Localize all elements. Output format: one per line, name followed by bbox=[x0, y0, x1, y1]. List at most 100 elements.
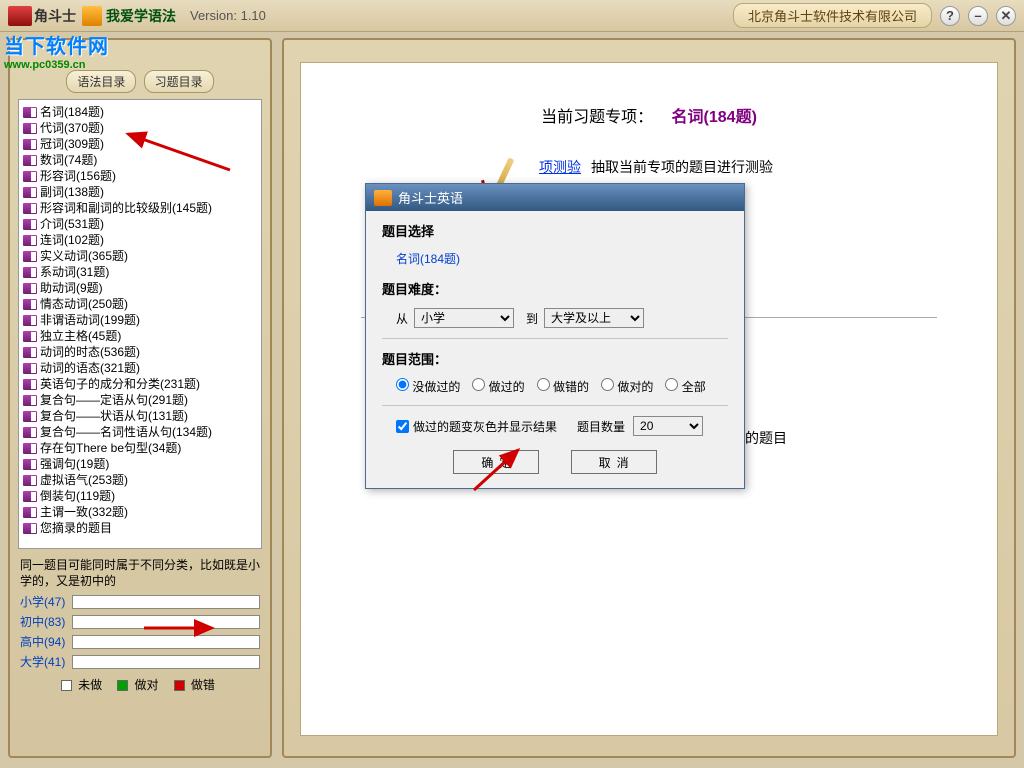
legend: 未做 做对 做错 bbox=[10, 676, 270, 693]
level-name: 初中(83) bbox=[20, 613, 72, 630]
tree-item-label: 复合句——名词性语从句(134题) bbox=[40, 424, 212, 440]
tree-item[interactable]: 代词(370题) bbox=[21, 120, 259, 136]
tree-item[interactable]: 独立主格(45题) bbox=[21, 328, 259, 344]
select-diff-from[interactable]: 小学 bbox=[414, 308, 514, 328]
book-icon bbox=[23, 491, 37, 502]
tree-item[interactable]: 形容词(156题) bbox=[21, 168, 259, 184]
checkbox-grayout[interactable] bbox=[396, 420, 409, 433]
company-badge: 北京角斗士软件技术有限公司 bbox=[733, 3, 932, 28]
book-icon bbox=[23, 395, 37, 406]
current-topic: 名词(184题) bbox=[672, 109, 757, 126]
tree-item[interactable]: 介词(531题) bbox=[21, 216, 259, 232]
tree-item[interactable]: 复合句——状语从句(131题) bbox=[21, 408, 259, 424]
book-icon bbox=[23, 107, 37, 118]
tree-item-label: 动词的时态(536题) bbox=[40, 344, 140, 360]
tree-item[interactable]: 倒装句(119题) bbox=[21, 488, 259, 504]
app-sublogo-icon bbox=[82, 6, 102, 26]
tree-item[interactable]: 副词(138题) bbox=[21, 184, 259, 200]
dialog-titlebar[interactable]: 角斗士英语 bbox=[366, 184, 744, 211]
help-button[interactable]: ? bbox=[940, 6, 960, 26]
tree-item-label: 介词(531题) bbox=[40, 216, 104, 232]
level-row[interactable]: 高中(94) bbox=[20, 633, 260, 650]
book-icon bbox=[23, 523, 37, 534]
ok-button[interactable]: 确定 bbox=[453, 450, 539, 474]
level-name: 小学(47) bbox=[20, 593, 72, 610]
tree-item[interactable]: 存在句There be句型(34题) bbox=[21, 440, 259, 456]
tree-item[interactable]: 复合句——名词性语从句(134题) bbox=[21, 424, 259, 440]
radio-option[interactable]: 做过的 bbox=[472, 380, 524, 394]
tree-item-label: 数词(74题) bbox=[40, 152, 97, 168]
dialog-crumb[interactable]: 名词(184题) bbox=[396, 250, 728, 267]
tree-item[interactable]: 助动词(9题) bbox=[21, 280, 259, 296]
book-icon bbox=[23, 411, 37, 422]
book-icon bbox=[23, 267, 37, 278]
tree-item[interactable]: 数词(74题) bbox=[21, 152, 259, 168]
tree-item[interactable]: 英语句子的成分和分类(231题) bbox=[21, 376, 259, 392]
select-count[interactable]: 20 bbox=[633, 416, 703, 436]
book-icon bbox=[23, 475, 37, 486]
book-icon bbox=[23, 219, 37, 230]
book-icon bbox=[23, 187, 37, 198]
radio-option[interactable]: 做错的 bbox=[537, 380, 589, 394]
book-icon bbox=[23, 443, 37, 454]
tree-item[interactable]: 动词的语态(321题) bbox=[21, 360, 259, 376]
level-row[interactable]: 小学(47) bbox=[20, 593, 260, 610]
range-label: 题目范围： bbox=[382, 349, 728, 368]
close-button[interactable]: ✕ bbox=[996, 6, 1016, 26]
tree-item[interactable]: 情态动词(250题) bbox=[21, 296, 259, 312]
tree-item[interactable]: 系动词(31题) bbox=[21, 264, 259, 280]
tree-item[interactable]: 强调句(19题) bbox=[21, 456, 259, 472]
tree-item-label: 存在句There be句型(34题) bbox=[40, 440, 181, 456]
level-bar bbox=[72, 615, 260, 629]
book-icon bbox=[23, 139, 37, 150]
radio-option[interactable]: 没做过的 bbox=[396, 380, 460, 394]
level-row[interactable]: 初中(83) bbox=[20, 613, 260, 630]
book-icon bbox=[23, 507, 37, 518]
tree-item-label: 副词(138题) bbox=[40, 184, 104, 200]
tree-item-label: 强调句(19题) bbox=[40, 456, 109, 472]
cancel-button[interactable]: 取消 bbox=[571, 450, 657, 474]
app-brand: 角斗士 bbox=[34, 6, 76, 26]
tree-item[interactable]: 形容词和副词的比较级别(145题) bbox=[21, 200, 259, 216]
tab-grammar[interactable]: 语法目录 bbox=[66, 70, 136, 93]
level-name: 高中(94) bbox=[20, 633, 72, 650]
tree-item[interactable]: 连词(102题) bbox=[21, 232, 259, 248]
minimize-button[interactable]: – bbox=[968, 6, 988, 26]
tree-item[interactable]: 复合句——定语从句(291题) bbox=[21, 392, 259, 408]
level-bar bbox=[72, 655, 260, 669]
tree-item[interactable]: 冠词(309题) bbox=[21, 136, 259, 152]
level-row[interactable]: 大学(41) bbox=[20, 653, 260, 670]
sidebar-note: 同一题目可能同时属于不同分类，比如既是小学的，又是初中的 bbox=[20, 557, 260, 589]
book-icon bbox=[23, 299, 37, 310]
radio-option[interactable]: 全部 bbox=[665, 380, 705, 394]
tree-item-label: 倒装句(119题) bbox=[40, 488, 115, 504]
book-icon bbox=[23, 123, 37, 134]
version-label: Version: 1.10 bbox=[190, 8, 266, 23]
tree-item[interactable]: 名词(184题) bbox=[21, 104, 259, 120]
tree-item[interactable]: 非谓语动词(199题) bbox=[21, 312, 259, 328]
tree-item-label: 动词的语态(321题) bbox=[40, 360, 140, 376]
tab-exercises[interactable]: 习题目录 bbox=[144, 70, 214, 93]
book-icon bbox=[23, 235, 37, 246]
book-icon bbox=[23, 171, 37, 182]
tree-item-label: 主谓一致(332题) bbox=[40, 504, 128, 520]
tree-item[interactable]: 您摘录的题目 bbox=[21, 520, 259, 536]
level-bar bbox=[72, 635, 260, 649]
level-bar bbox=[72, 595, 260, 609]
tree-item[interactable]: 主谓一致(332题) bbox=[21, 504, 259, 520]
book-icon bbox=[23, 331, 37, 342]
tree-item[interactable]: 虚拟语气(253题) bbox=[21, 472, 259, 488]
link-test[interactable]: 项测验 bbox=[539, 159, 581, 175]
radio-option[interactable]: 做对的 bbox=[601, 380, 653, 394]
book-icon bbox=[23, 379, 37, 390]
tree-item-label: 形容词(156题) bbox=[40, 168, 116, 184]
select-diff-to[interactable]: 大学及以上 bbox=[544, 308, 644, 328]
book-icon bbox=[23, 363, 37, 374]
tree-item[interactable]: 动词的时态(536题) bbox=[21, 344, 259, 360]
watermark: 当下软件网 www.pc0359.cn bbox=[4, 30, 109, 71]
tree-item-label: 您摘录的题目 bbox=[40, 520, 112, 536]
tree-item-label: 虚拟语气(253题) bbox=[40, 472, 128, 488]
tree-item-label: 英语句子的成分和分类(231题) bbox=[40, 376, 200, 392]
app-subtitle: 我爱学语法 bbox=[106, 6, 176, 26]
tree-item[interactable]: 实义动词(365题) bbox=[21, 248, 259, 264]
